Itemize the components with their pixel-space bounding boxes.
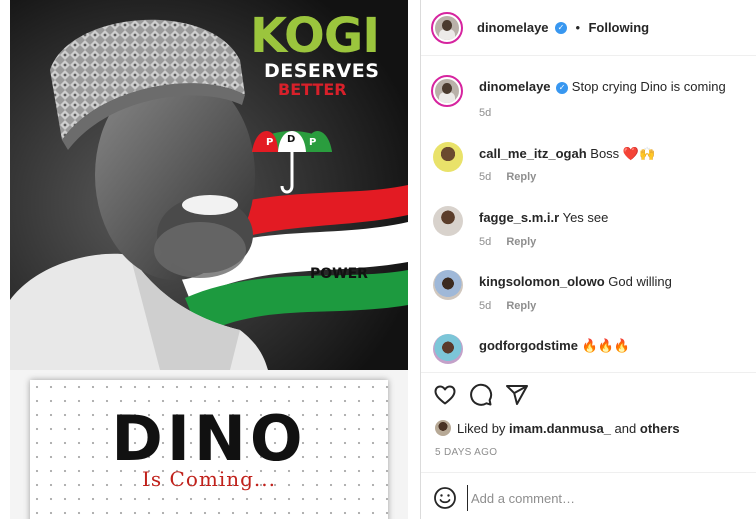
poster-headline-better: BETTER [278, 80, 347, 99]
poster-headline-kogi: KOGI [250, 8, 380, 64]
add-comment-row [421, 472, 756, 519]
avatar-image [435, 79, 459, 103]
header-separator: • [575, 20, 580, 35]
comment-item: kingsolomon_olowo God willing 5d Reply [433, 270, 751, 320]
author-avatar[interactable] [431, 12, 463, 44]
liked-by-others-link[interactable]: others [640, 421, 680, 436]
comment-username[interactable]: kingsolomon_olowo [479, 274, 605, 289]
post-caption: dinomelaye ✓ Stop crying Dino is coming … [431, 75, 751, 121]
comment-item: fagge_s.m.i.r Yes see 5d Reply [433, 206, 751, 256]
avatar-image [435, 16, 459, 40]
post-media[interactable]: P D P KOGI DESERVES BETTER POWER DINO Is… [0, 0, 420, 519]
following-button[interactable]: Following [588, 20, 649, 35]
caption-username[interactable]: dinomelaye [479, 79, 551, 94]
post-actions-bar [421, 372, 756, 414]
verified-badge-icon: ✓ [554, 21, 567, 34]
verified-badge-icon: ✓ [556, 81, 569, 94]
header-username[interactable]: dinomelaye [477, 20, 549, 35]
poster-power-label: POWER [310, 266, 368, 282]
post-timestamp[interactable]: 5 DAYS AGO [435, 447, 497, 458]
liked-by-prefix: Liked by [457, 421, 506, 436]
post-side-panel: dinomelaye ✓ • Following dinomelaye ✓ St… [420, 0, 756, 519]
reply-button[interactable]: Reply [506, 300, 536, 312]
reply-button[interactable]: Reply [506, 236, 536, 248]
commenter-avatar[interactable] [433, 206, 463, 236]
commenter-avatar[interactable] [433, 142, 463, 172]
liker-avatar[interactable] [435, 420, 451, 436]
svg-text:P: P [309, 137, 316, 148]
reply-button[interactable]: Reply [506, 171, 536, 183]
poster-title-dino: DINO [111, 402, 307, 475]
comment-username[interactable]: fagge_s.m.i.r [479, 210, 559, 225]
poster-subtitle: Is Coming... [142, 467, 276, 491]
comment-username[interactable]: call_me_itz_ogah [479, 146, 587, 161]
comment-text: Boss ❤️🙌 [590, 146, 656, 161]
emoji-icon[interactable] [433, 486, 457, 510]
comment-age[interactable]: 5d [479, 300, 491, 312]
liked-by-user[interactable]: imam.danmusa_ [509, 421, 611, 436]
caption-text: Stop crying Dino is coming [571, 79, 726, 94]
comment-age[interactable]: 5d [479, 171, 491, 183]
comment-text: Yes see [562, 210, 609, 225]
caption-avatar[interactable] [431, 75, 463, 107]
caption-age[interactable]: 5d [479, 107, 491, 119]
post-header: dinomelaye ✓ • Following [421, 0, 756, 56]
campaign-poster-top: P D P KOGI DESERVES BETTER POWER [10, 0, 408, 370]
commenter-avatar[interactable] [433, 334, 463, 364]
heart-icon[interactable] [433, 383, 457, 407]
comment-text: God willing [608, 274, 672, 289]
comment-item: call_me_itz_ogah Boss ❤️🙌 5d Reply [433, 142, 751, 192]
poster-card: DINO Is Coming... [30, 380, 388, 519]
campaign-poster-bottom: DINO Is Coming... [10, 370, 408, 519]
commenter-avatar[interactable] [433, 270, 463, 300]
liked-by-row: Liked by imam.danmusa_ and others [435, 418, 751, 440]
svg-text:D: D [287, 134, 295, 145]
comment-icon[interactable] [469, 383, 493, 407]
comment-username[interactable]: godforgodstime [479, 338, 578, 353]
comment-item: godforgodstime 🔥🔥🔥 [433, 334, 751, 368]
comment-age[interactable]: 5d [479, 236, 491, 248]
share-icon[interactable] [505, 383, 529, 407]
liked-by-and: and [614, 421, 637, 436]
poster-headline-deserves: DESERVES [264, 60, 380, 82]
svg-text:P: P [266, 137, 273, 148]
comment-text: 🔥🔥🔥 [581, 338, 631, 353]
add-comment-input[interactable] [467, 485, 747, 511]
